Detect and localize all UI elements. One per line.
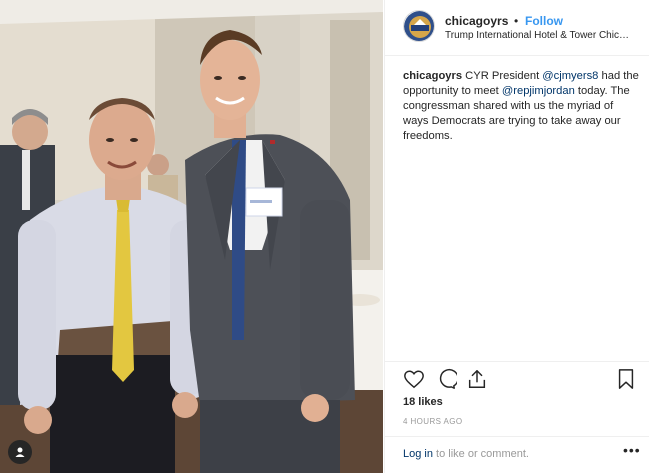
- likes-count[interactable]: 18 likes: [403, 396, 443, 408]
- post-header: chicagoyrs • Follow Trump International …: [403, 10, 643, 46]
- footer-divider: [385, 436, 649, 437]
- post-caption: chicagoyrs CYR President @cjmyers8 had t…: [403, 69, 639, 144]
- caption-text: CYR President: [462, 70, 543, 82]
- login-prompt: Log in to like or comment.: [403, 448, 529, 460]
- post-actions: [403, 368, 634, 392]
- post-details-panel: chicagoyrs • Follow Trump International …: [384, 0, 649, 473]
- login-link[interactable]: Log in: [403, 448, 433, 460]
- more-options-button[interactable]: •••: [623, 442, 641, 458]
- mention-link-cjmyers8[interactable]: @cjmyers8: [542, 70, 598, 82]
- comment-icon[interactable]: [435, 368, 459, 390]
- header-divider: [385, 55, 649, 56]
- share-icon[interactable]: [466, 368, 488, 390]
- caption-author-link[interactable]: chicagoyrs: [403, 70, 462, 82]
- username-link[interactable]: chicagoyrs: [445, 14, 508, 28]
- location-link[interactable]: Trump International Hotel & Tower Chic…: [445, 30, 645, 41]
- post-photo[interactable]: [0, 0, 383, 473]
- avatar[interactable]: [403, 10, 435, 42]
- separator-dot: •: [514, 14, 519, 28]
- bookmark-icon[interactable]: [615, 368, 637, 390]
- post-timestamp[interactable]: 4 HOURS AGO: [403, 417, 463, 426]
- post-image: [0, 0, 383, 473]
- actions-divider: [385, 361, 649, 362]
- user-tag-icon[interactable]: [8, 440, 32, 464]
- mention-link-repjimjordan[interactable]: @repjimjordan: [502, 85, 575, 97]
- follow-button[interactable]: Follow: [525, 14, 563, 28]
- login-suffix-text: to like or comment.: [432, 448, 529, 460]
- heart-icon[interactable]: [403, 368, 425, 390]
